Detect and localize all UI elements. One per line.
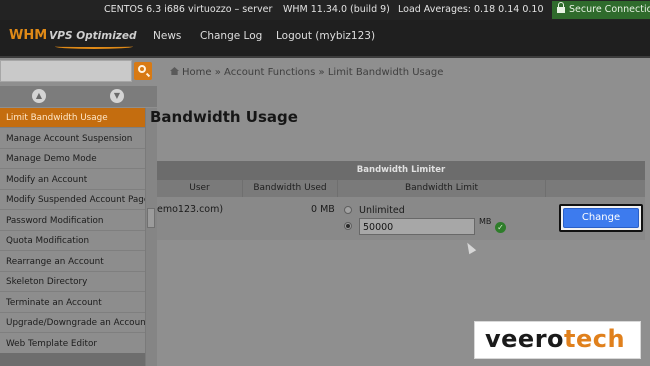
sidebar-item-rearrange-an-account[interactable]: Rearrange an Account: [0, 252, 145, 272]
unlimited-radio[interactable]: [344, 206, 352, 214]
user-domain: emo123.com): [157, 204, 224, 215]
sidebar-item-modify-an-account[interactable]: Modify an Account: [0, 170, 145, 190]
breadcrumb-account-functions[interactable]: Account Functions: [224, 67, 315, 78]
page-title: Bandwidth Usage: [150, 108, 298, 126]
sidebar-item-password-modification[interactable]: Password Modification: [0, 211, 145, 231]
breadcrumb-home[interactable]: Home: [182, 67, 212, 78]
bandwidth-used-value: 0 MB: [311, 204, 335, 215]
veerotech-logo: veerotech: [485, 325, 625, 353]
breadcrumb-current: Limit Bandwidth Usage: [327, 67, 444, 78]
check-icon: ✓: [495, 222, 506, 233]
breadcrumb-separator: »: [318, 67, 325, 78]
whm-version: WHM 11.34.0 (build 9): [283, 4, 390, 15]
scrollbar-thumb[interactable]: [147, 208, 155, 228]
scroll-up-icon[interactable]: ▲: [32, 89, 46, 103]
table-caption: Bandwidth Limiter: [157, 161, 645, 180]
logo-swoosh: [55, 44, 133, 49]
column-header-bandwidth-used: Bandwidth Used: [243, 180, 338, 197]
secure-connection-badge[interactable]: Secure Connection: [552, 1, 650, 19]
sidebar-search-input[interactable]: [0, 60, 132, 82]
home-icon: [170, 67, 179, 75]
sidebar-item-web-template-editor[interactable]: Web Template Editor: [0, 334, 145, 354]
unlimited-label: Unlimited: [359, 205, 405, 216]
secure-connection-label: Secure Connection: [569, 4, 650, 15]
sidebar-item-manage-demo-mode[interactable]: Manage Demo Mode: [0, 149, 145, 169]
nav-news[interactable]: News: [153, 30, 181, 42]
whm-logo[interactable]: WHM VPS Optimized: [9, 28, 137, 43]
sidebar-item-skeleton-directory[interactable]: Skeleton Directory: [0, 272, 145, 292]
bandwidth-limit-input[interactable]: [359, 218, 475, 235]
limit-radio[interactable]: [344, 222, 352, 230]
column-header-user: User: [157, 180, 243, 197]
breadcrumb-separator: »: [214, 67, 221, 78]
search-button[interactable]: [134, 62, 152, 80]
sidebar-item-terminate-an-account[interactable]: Terminate an Account: [0, 293, 145, 313]
lock-icon: [557, 2, 565, 13]
logo-main: WHM: [9, 28, 48, 43]
scroll-down-icon[interactable]: ▼: [110, 89, 124, 103]
sidebar-menu: Limit Bandwidth Usage Manage Account Sus…: [0, 108, 145, 366]
sidebar-scroll-controls: ▲ ▼: [0, 86, 157, 107]
limit-unit: MB: [479, 217, 492, 226]
load-averages: Load Averages: 0.18 0.14 0.10: [398, 4, 544, 15]
status-bar: CENTOS 6.3 i686 virtuozzo – server WHM 1…: [0, 0, 650, 20]
logo-part-tech: tech: [564, 325, 626, 353]
header-bar: WHM VPS Optimized News Change Log Logout …: [0, 20, 650, 58]
column-header-action: [546, 180, 645, 197]
sidebar-item-quota-modification[interactable]: Quota Modification: [0, 231, 145, 251]
logo-sub: VPS Optimized: [49, 30, 137, 42]
sidebar-item-modify-suspended-account-page[interactable]: Modify Suspended Account Page: [0, 190, 145, 210]
column-header-bandwidth-limit: Bandwidth Limit: [338, 180, 546, 197]
sidebar-item-upgrade-downgrade-an-account[interactable]: Upgrade/Downgrade an Account: [0, 313, 145, 333]
search-icon: [138, 65, 146, 73]
sidebar-section-header[interactable]: [0, 353, 145, 366]
sidebar-item-manage-account-suspension[interactable]: Manage Account Suspension: [0, 129, 145, 149]
change-button[interactable]: Change: [563, 208, 639, 228]
veerotech-watermark: veerotech: [474, 321, 641, 359]
nav-change-log[interactable]: Change Log: [200, 30, 262, 42]
mouse-cursor-icon: [463, 240, 477, 255]
nav-logout[interactable]: Logout (mybiz123): [276, 30, 375, 42]
breadcrumb: Home » Account Functions » Limit Bandwid…: [170, 67, 443, 78]
server-info: CENTOS 6.3 i686 virtuozzo – server: [104, 4, 273, 15]
logo-part-veero: veero: [485, 325, 565, 353]
sidebar-item-limit-bandwidth-usage[interactable]: Limit Bandwidth Usage: [0, 108, 145, 128]
sidebar-scrollbar[interactable]: [145, 108, 157, 366]
